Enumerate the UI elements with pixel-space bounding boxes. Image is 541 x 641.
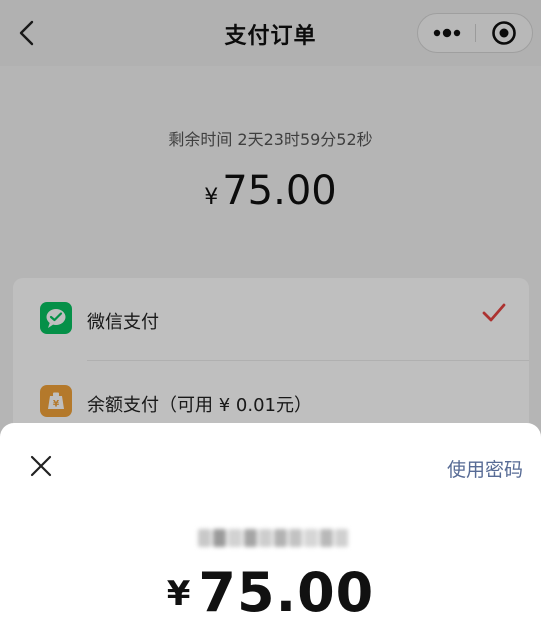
merchant-name-blurred <box>198 525 349 551</box>
use-password-link[interactable]: 使用密码 <box>447 455 523 482</box>
close-icon <box>30 455 52 477</box>
currency-symbol: ¥ <box>166 574 191 614</box>
payment-sheet: 使用密码 ¥75.00 <box>0 423 541 641</box>
close-button[interactable] <box>24 449 58 483</box>
amount-value: 75.00 <box>198 561 375 624</box>
pay-amount: ¥75.00 <box>0 561 541 624</box>
